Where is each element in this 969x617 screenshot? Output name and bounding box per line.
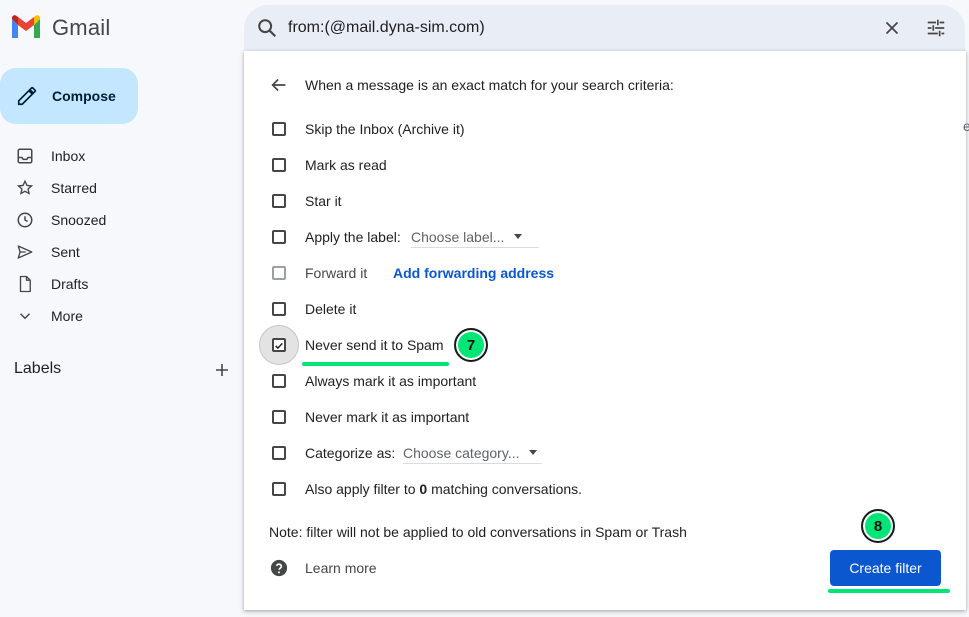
skip-inbox-checkbox[interactable] <box>272 122 286 136</box>
mark-as-read-checkbox[interactable] <box>272 158 286 172</box>
gmail-logo[interactable] <box>10 14 42 40</box>
mark-as-read-label: Mark as read <box>305 157 387 173</box>
search-options-icon[interactable] <box>925 17 947 39</box>
sidebar-item-label: Inbox <box>51 148 86 164</box>
step-badge-7: 7 <box>454 328 488 362</box>
apply-label-label: Apply the label: <box>305 229 401 245</box>
checkmark-icon <box>275 342 283 349</box>
annotation-underline-step-7 <box>302 362 449 366</box>
labels-heading: Labels <box>14 360 62 377</box>
dropdown-arrow-icon <box>514 234 523 239</box>
filter-criteria-heading: When a message is an exact match for you… <box>305 77 674 93</box>
sidebar-item-inbox[interactable]: Inbox <box>0 140 236 172</box>
never-spam-label: Never send it to Spam <box>305 337 444 353</box>
delete-it-label: Delete it <box>305 301 357 317</box>
star-it-label: Star it <box>305 193 342 209</box>
apply-existing-checkbox[interactable] <box>272 482 286 496</box>
choose-label-value: Choose label... <box>411 228 505 245</box>
forward-it-checkbox[interactable] <box>272 266 286 280</box>
sidebar-item-starred[interactable]: Starred <box>0 172 236 204</box>
plus-icon[interactable] <box>212 360 232 380</box>
gmail-wordmark: Gmail <box>52 15 111 40</box>
chevron-down-icon <box>0 307 51 325</box>
compose-button[interactable]: Compose <box>0 68 138 124</box>
star-icon <box>0 179 51 197</box>
sidebar-item-drafts[interactable]: Drafts <box>0 268 236 300</box>
never-important-label: Never mark it as important <box>305 409 470 425</box>
categorize-checkbox[interactable] <box>272 446 286 460</box>
sidebar-item-label: More <box>51 308 83 324</box>
apply-existing-label: Also apply filter to 0 matching conversa… <box>305 481 582 497</box>
choose-category-select[interactable]: Choose category... <box>403 442 542 464</box>
learn-more-link[interactable]: Learn more <box>305 560 377 576</box>
categorize-label: Categorize as: <box>305 445 396 461</box>
sidebar-item-label: Drafts <box>51 276 89 292</box>
filter-note: Note: filter will not be applied to old … <box>269 524 687 540</box>
step-badge-8: 8 <box>861 509 895 543</box>
star-it-checkbox[interactable] <box>272 194 286 208</box>
delete-it-checkbox[interactable] <box>272 302 286 316</box>
help-icon <box>270 559 288 577</box>
search-input[interactable] <box>288 17 848 39</box>
apply-existing-prefix: Also apply filter to <box>305 481 416 497</box>
clipped-text: e <box>963 118 969 134</box>
send-icon <box>0 243 51 261</box>
sidebar-item-label: Snoozed <box>51 212 107 228</box>
draft-icon <box>0 275 51 293</box>
sidebar-item-label: Starred <box>51 180 97 196</box>
skip-inbox-label: Skip the Inbox (Archive it) <box>305 121 465 137</box>
apply-label-checkbox[interactable] <box>272 230 286 244</box>
always-important-label: Always mark it as important <box>305 373 477 389</box>
compose-label: Compose <box>52 88 116 104</box>
never-important-checkbox[interactable] <box>272 410 286 424</box>
back-arrow-icon[interactable] <box>268 74 290 96</box>
matching-count: 0 <box>419 481 428 497</box>
search-icon[interactable] <box>256 17 278 39</box>
clock-icon <box>0 211 51 229</box>
close-icon[interactable] <box>881 17 903 39</box>
dropdown-arrow-icon <box>529 450 538 455</box>
add-forwarding-address-link[interactable]: Add forwarding address <box>393 265 554 281</box>
apply-existing-suffix: matching conversations. <box>431 481 583 497</box>
sidebar-item-more[interactable]: More <box>0 300 236 332</box>
annotation-underline-step-8 <box>828 589 950 593</box>
pencil-icon <box>17 86 37 106</box>
sidebar-item-label: Sent <box>51 244 80 260</box>
never-spam-checkbox[interactable] <box>272 338 286 352</box>
forward-it-label: Forward it <box>305 265 368 281</box>
sidebar-item-snoozed[interactable]: Snoozed <box>0 204 236 236</box>
inbox-icon <box>0 147 51 165</box>
choose-label-select[interactable]: Choose label... <box>411 226 539 248</box>
create-filter-button[interactable]: Create filter <box>830 550 941 586</box>
always-important-checkbox[interactable] <box>272 374 286 388</box>
sidebar-item-sent[interactable]: Sent <box>0 236 236 268</box>
choose-category-value: Choose category... <box>403 444 520 461</box>
